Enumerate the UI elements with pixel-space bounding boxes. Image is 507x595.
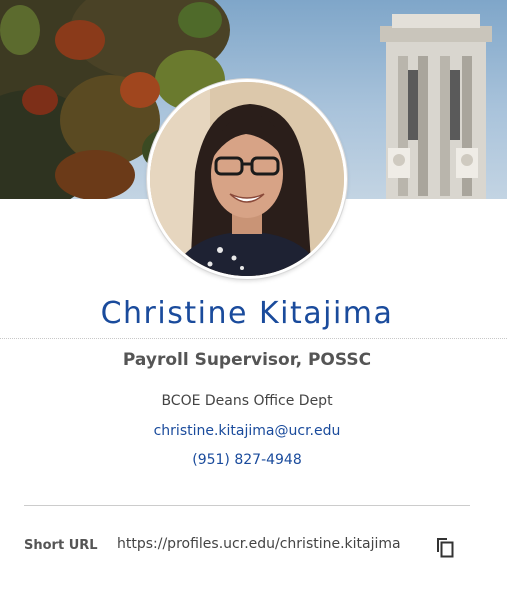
copy-icon [437,538,454,558]
name-divider [0,338,507,339]
copy-short-url-button[interactable] [433,535,457,559]
profile-department: BCOE Deans Office Dept [161,393,333,409]
avatar-portrait [150,82,344,276]
profile-photo [147,79,347,279]
profile-phone-link[interactable]: (951) 827-4948 [0,452,494,468]
short-url-label: Short URL [24,538,98,553]
short-url-value: https://profiles.ucr.edu/christine.kitaj… [117,536,401,552]
section-divider [24,505,470,506]
profile-name: Christine Kitajima [100,296,394,331]
profile-email-link[interactable]: christine.kitajima@ucr.edu [0,423,494,439]
profile-job-title: Payroll Supervisor, POSSC [122,350,372,370]
